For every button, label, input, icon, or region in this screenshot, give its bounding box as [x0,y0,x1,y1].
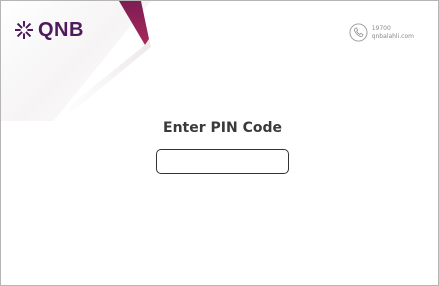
pin-prompt-title: Enter PIN Code [163,120,282,136]
brand-name: QNB [38,19,84,41]
hotline-number: 19700 [371,24,391,32]
website-link: qnbalahli.com [371,32,414,40]
pin-entry-section: Enter PIN Code [1,120,438,174]
header-banner-stripe [63,1,151,111]
atm-screen: QNB 19700 qnbalahli.com Enter PIN Code [0,0,439,286]
qnb-logo: QNB [15,20,84,40]
phone-icon [349,23,368,42]
pin-input[interactable] [156,149,289,174]
contact-info: 19700 qnbalahli.com [349,23,414,42]
qnb-star-icon [15,21,33,39]
